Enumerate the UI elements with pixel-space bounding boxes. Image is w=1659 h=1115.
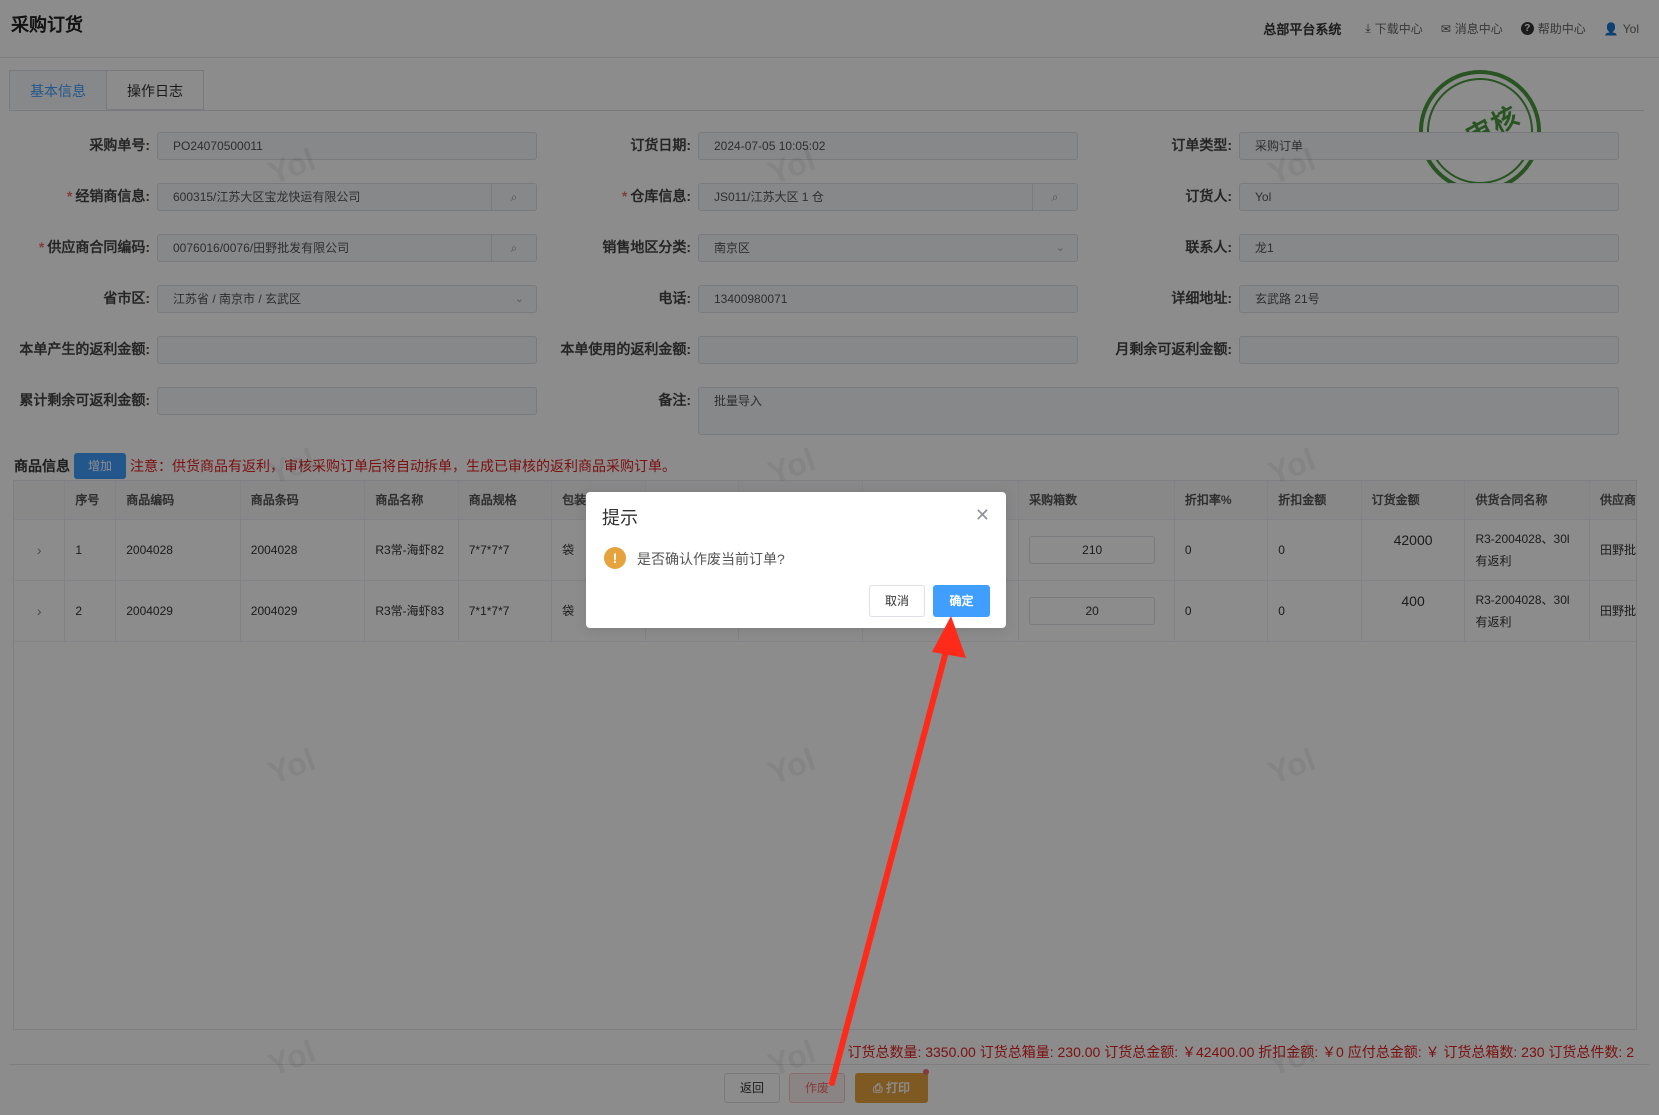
warning-icon: ! xyxy=(604,547,626,569)
dialog-title: 提示 xyxy=(602,508,638,528)
dialog-message: 是否确认作废当前订单? xyxy=(637,551,785,567)
dialog-confirm-button[interactable]: 确定 xyxy=(933,585,990,617)
confirm-dialog: 提示 ✕ ! 是否确认作废当前订单? 取消 确定 xyxy=(586,492,1006,628)
close-icon[interactable]: ✕ xyxy=(975,506,990,524)
dialog-cancel-button[interactable]: 取消 xyxy=(869,585,925,617)
